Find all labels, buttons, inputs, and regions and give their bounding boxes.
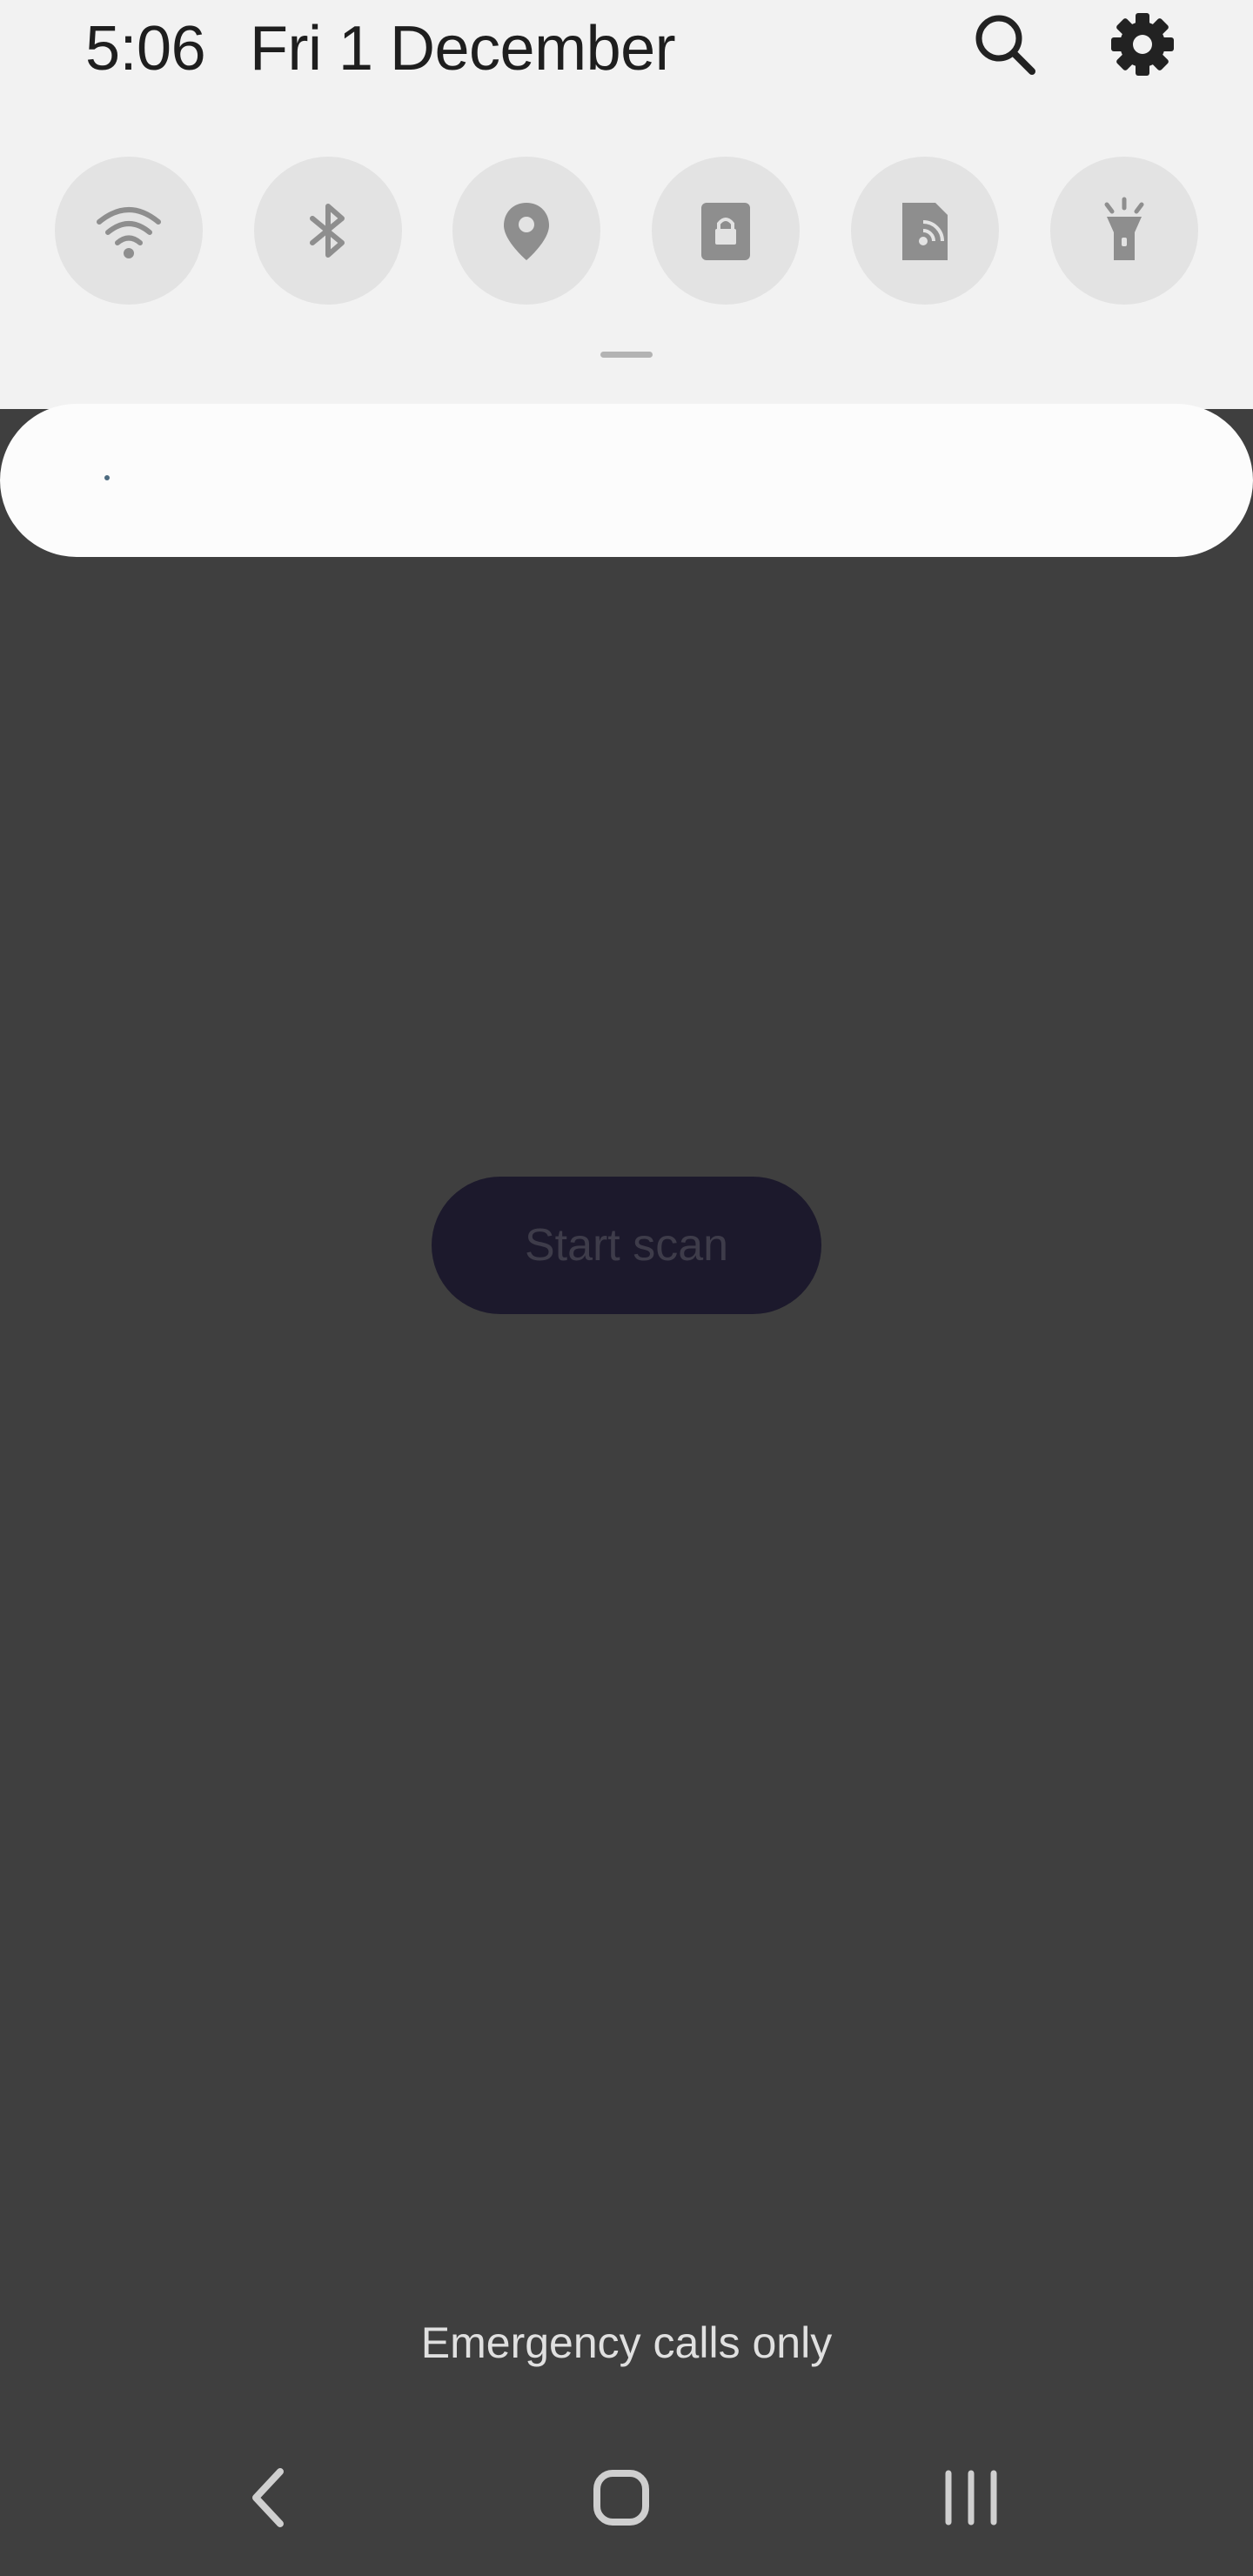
media-card[interactable] xyxy=(0,404,1253,557)
clock: 5:06 xyxy=(85,14,206,84)
tile-secure-folder[interactable] xyxy=(652,157,800,305)
emergency-calls-text: Emergency calls only xyxy=(420,2318,833,2367)
tile-nfc[interactable] xyxy=(851,157,999,305)
start-scan-button[interactable]: Start scan xyxy=(432,1177,821,1314)
bluetooth-icon xyxy=(310,204,345,258)
lock-icon xyxy=(701,203,750,260)
panel-drag-handle[interactable] xyxy=(600,352,653,358)
back-icon[interactable] xyxy=(219,2445,324,2550)
quick-settings-tiles xyxy=(0,157,1253,306)
status-row: 5:06 Fri 1 December xyxy=(0,0,1253,96)
flashlight-icon xyxy=(1104,197,1144,260)
tile-location[interactable] xyxy=(452,157,600,305)
gear-icon[interactable] xyxy=(1103,5,1182,84)
tile-flashlight[interactable] xyxy=(1050,157,1198,305)
wifi-icon xyxy=(97,207,161,258)
search-icon[interactable] xyxy=(966,5,1044,84)
nfc-icon xyxy=(902,203,948,260)
location-icon xyxy=(504,203,549,260)
tile-bluetooth[interactable] xyxy=(254,157,402,305)
recents-icon[interactable] xyxy=(919,2445,1023,2550)
tile-wifi[interactable] xyxy=(55,157,203,305)
date: Fri 1 December xyxy=(250,14,676,84)
quick-settings-panel: 5:06 Fri 1 December xyxy=(0,0,1253,409)
media-indicator xyxy=(104,475,110,480)
home-icon[interactable] xyxy=(569,2445,673,2550)
